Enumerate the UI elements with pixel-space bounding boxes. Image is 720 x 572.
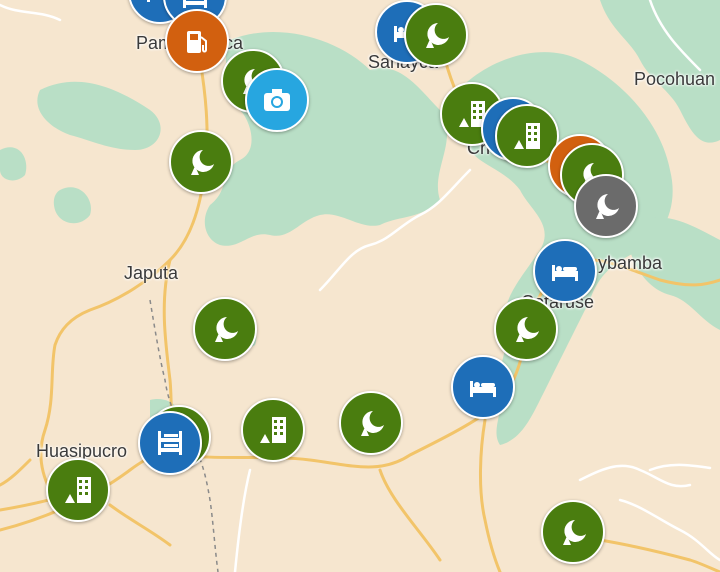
fuel-pump-icon (179, 23, 215, 59)
map-canvas[interactable]: Pampamarca Sanayca Pocohuan Ch Japuta yb… (0, 0, 720, 572)
camping-marker[interactable] (541, 500, 605, 564)
camping-marker[interactable] (193, 297, 257, 361)
camping-marker[interactable] (494, 297, 558, 361)
photo-marker[interactable] (245, 68, 309, 132)
place-label-huayllabamba: ybamba (598, 253, 663, 273)
hotel-tent-icon (255, 412, 291, 448)
moon-tent-icon (207, 311, 243, 347)
hostel-marker[interactable] (138, 411, 202, 475)
camping-marker[interactable] (169, 130, 233, 194)
hotel-tent-icon (60, 472, 96, 508)
hotel-tent-icon (509, 118, 545, 154)
moon-tent-icon (508, 311, 544, 347)
lodging-marker[interactable] (533, 239, 597, 303)
moon-tent-icon (555, 514, 591, 550)
moon-tent-icon (353, 405, 389, 441)
camping-closed-marker[interactable] (574, 174, 638, 238)
camping-marker[interactable] (339, 391, 403, 455)
fuel-marker[interactable] (165, 9, 229, 73)
bed-icon (547, 253, 583, 289)
lodging-marker[interactable] (451, 355, 515, 419)
place-label-pocohuanca: Pocohuan (634, 69, 716, 89)
camera-icon (259, 82, 295, 118)
bunk-bed-icon (152, 425, 188, 461)
bed-icon (465, 369, 501, 405)
moon-tent-icon (183, 144, 219, 180)
moon-tent-icon (418, 17, 454, 53)
camping-marker[interactable] (404, 3, 468, 67)
hotel-marker[interactable] (241, 398, 305, 462)
place-label-japuta: Japuta (124, 263, 179, 283)
hotel-marker[interactable] (46, 458, 110, 522)
moon-tent-icon (588, 188, 624, 224)
